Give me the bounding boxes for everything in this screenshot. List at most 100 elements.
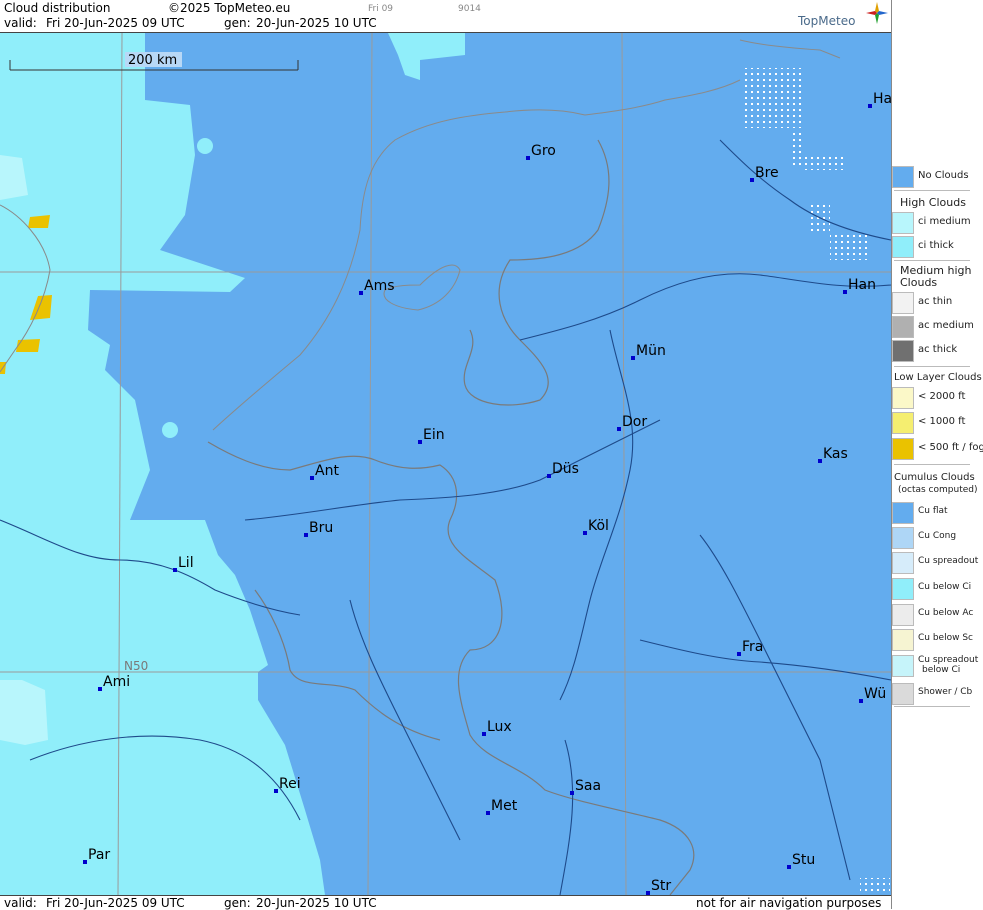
city-marker [418, 440, 422, 444]
legend-ci-medium[interactable]: ci medium [892, 212, 972, 234]
cu-below-ac-swatch [892, 604, 914, 626]
city-marker [617, 427, 621, 431]
city-par[interactable]: Par [83, 847, 110, 864]
city-han[interactable]: Han [843, 277, 876, 294]
footer-gen-time: 20-Jun-2025 10 UTC [256, 896, 377, 910]
compass-logo-icon [866, 2, 888, 24]
city-marker [868, 104, 872, 108]
city-bru[interactable]: Bru [304, 520, 333, 537]
legend-medium-header-2: Clouds [900, 276, 937, 289]
valid-label: valid: [4, 16, 37, 30]
copyright-text: ©2025 TopMeteo.eu [168, 1, 290, 15]
city-ami[interactable]: Ami [98, 674, 130, 691]
legend-low-2000-label: < 2000 ft [918, 391, 965, 402]
city-marker [173, 568, 177, 572]
disclaimer: not for air navigation purposes [696, 896, 881, 910]
legend-ac-medium-label: ac medium [918, 320, 974, 331]
legend-ci-thick[interactable]: ci thick [892, 236, 972, 258]
cloud-map[interactable]: N50 200 [0, 33, 891, 895]
city-label: Par [88, 847, 110, 863]
legend-ci-thick-label: ci thick [918, 240, 954, 251]
legend-cu-spreadout[interactable]: Cu spreadout [892, 552, 972, 574]
low-2000-swatch [892, 387, 914, 409]
city-stu[interactable]: Stu [787, 852, 815, 869]
legend-ac-thick[interactable]: ac thick [892, 340, 972, 362]
legend-cumulus-header-2: (octas computed) [898, 484, 978, 497]
city-wü[interactable]: Wü [859, 686, 886, 703]
legend-divider [894, 366, 970, 367]
topmeteo-logo[interactable]: TopMeteo [798, 14, 855, 28]
legend-ac-medium[interactable]: ac medium [892, 316, 972, 338]
cu-below-sc-swatch [892, 629, 914, 651]
legend-cu-below-ci-label: Cu below Ci [918, 582, 971, 592]
legend-ci-medium-label: ci medium [918, 216, 971, 227]
legend-divider [894, 706, 970, 707]
ci-thick-dot-2 [197, 138, 213, 154]
legend-low-1000[interactable]: < 1000 ft [892, 412, 972, 434]
city-marker [787, 865, 791, 869]
legend-cu-below-sc[interactable]: Cu below Sc [892, 629, 972, 651]
city-marker [547, 474, 551, 478]
run-code-2: 9014 [458, 4, 481, 14]
city-marker [98, 687, 102, 691]
city-label: Bre [755, 165, 779, 181]
city-ams[interactable]: Ams [359, 278, 395, 295]
legend-cu-below-ci[interactable]: Cu below Ci [892, 578, 972, 600]
legend-high-header: High Clouds [900, 196, 966, 209]
city-ant[interactable]: Ant [310, 463, 339, 480]
cu-spreadout-ci-swatch [892, 655, 914, 677]
city-marker [818, 459, 822, 463]
ci-medium-swatch [892, 212, 914, 234]
legend-ac-thin-label: ac thin [918, 296, 952, 307]
city-lux[interactable]: Lux [482, 719, 512, 736]
legend-cu-spreadout-below-ci[interactable]: Cu spreadout below Ci [892, 655, 972, 677]
city-label: Ha [873, 91, 891, 107]
legend-cu-cong[interactable]: Cu Cong [892, 527, 972, 549]
city-düs[interactable]: Düs [547, 461, 579, 478]
city-label: Stu [792, 852, 815, 868]
legend-low-header: Low Layer Clouds [894, 371, 982, 384]
city-marker [526, 156, 530, 160]
city-marker [274, 789, 278, 793]
gen-time: 20-Jun-2025 10 UTC [256, 16, 377, 30]
legend-cu-spreadout-label: Cu spreadout [918, 556, 978, 566]
legend-panel: No Clouds High Clouds ci medium ci thick… [891, 0, 983, 909]
city-met[interactable]: Met [486, 798, 518, 815]
legend-ac-thin[interactable]: ac thin [892, 292, 972, 314]
legend-no-clouds[interactable]: No Clouds [892, 166, 972, 188]
legend-shower[interactable]: Shower / Cb [892, 683, 972, 705]
legend-cu-spreadout-ci-label-2: below Ci [922, 665, 960, 675]
legend-low-1000-label: < 1000 ft [918, 416, 965, 427]
legend-cu-flat[interactable]: Cu flat [892, 502, 972, 524]
legend-low-500[interactable]: < 500 ft / fog [892, 438, 972, 460]
gen-label: gen: [224, 16, 251, 30]
ci-thick-dot-1 [162, 422, 178, 438]
ci-thick-patch [145, 883, 163, 895]
city-label: Dor [622, 414, 647, 430]
footer-valid-label: valid: [4, 896, 37, 910]
legend-low-2000[interactable]: < 2000 ft [892, 387, 972, 409]
footer-valid-time: Fri 20-Jun-2025 09 UTC [46, 896, 185, 910]
city-bre[interactable]: Bre [750, 165, 779, 182]
run-code-1: Fri 09 [368, 4, 393, 14]
cu-below-ci-swatch [892, 578, 914, 600]
city-marker [583, 531, 587, 535]
city-label: Ams [364, 278, 395, 294]
cu-spreadout-swatch [892, 552, 914, 574]
legend-divider [894, 260, 970, 261]
latitude-label: N50 [124, 659, 148, 673]
city-mün[interactable]: Mün [631, 343, 666, 360]
legend-cu-below-ac[interactable]: Cu below Ac [892, 604, 972, 626]
legend-low-500-label: < 500 ft / fog [918, 442, 983, 453]
city-dor[interactable]: Dor [617, 414, 647, 431]
city-label: Lil [178, 555, 194, 571]
map-header: Cloud distribution ©2025 TopMeteo.eu Fri… [0, 0, 891, 33]
city-label: Fra [742, 639, 763, 655]
city-marker [737, 652, 741, 656]
city-gro[interactable]: Gro [526, 143, 556, 160]
city-saa[interactable]: Saa [570, 778, 601, 795]
city-kas[interactable]: Kas [818, 446, 848, 463]
shower-swatch [892, 683, 914, 705]
legend-cu-below-ac-label: Cu below Ac [918, 608, 973, 618]
legend-divider [894, 190, 970, 191]
